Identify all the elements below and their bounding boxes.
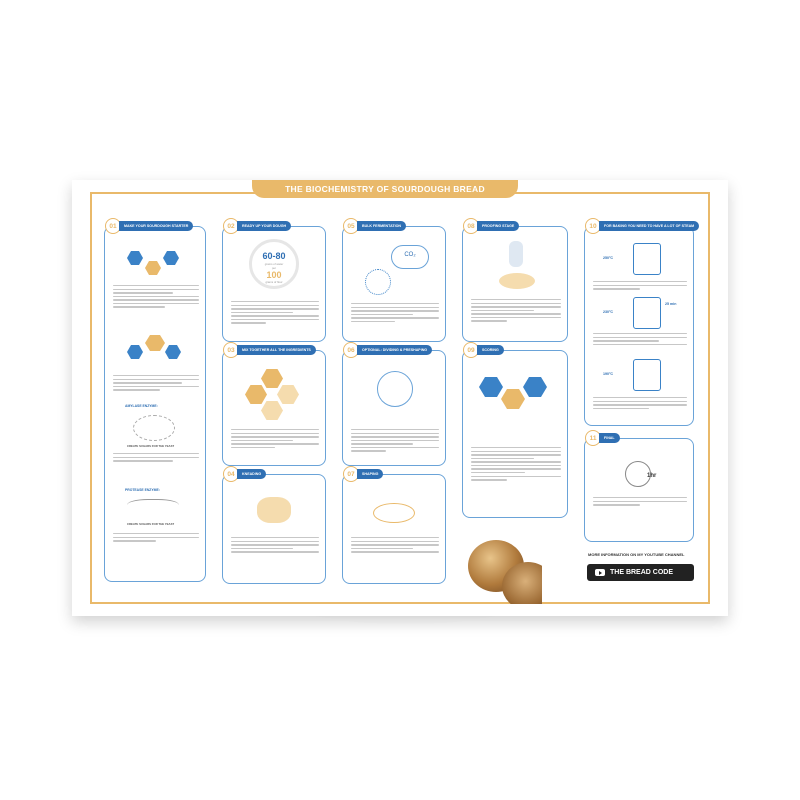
- section-02: 02 READY UP YOUR DOUGH 60-80 grams of wat…: [222, 218, 326, 342]
- salt-icon: [277, 385, 299, 404]
- section-title: PROOFING STAGE: [477, 221, 520, 231]
- oven-icon: [633, 359, 661, 391]
- section-06: 06 OPTIONAL: DIVIDING & PRESHAPING: [342, 342, 446, 466]
- molecule-icon: [133, 415, 175, 441]
- water-grams: 60-80: [262, 251, 286, 261]
- flour-icon: [261, 369, 283, 388]
- dividing-hands-icon: [377, 371, 413, 407]
- youtube-channel-label: THE BREAD CODE: [610, 569, 674, 576]
- section-08: 08 PROOFING STAGE: [462, 218, 568, 342]
- temperature-label: 190°C: [603, 372, 614, 376]
- poster-title: THE BIOCHEMISTRY OF SOURDOUGH BREAD: [252, 180, 518, 198]
- amylase-label: AMYLASE ENZYME:: [125, 404, 158, 408]
- section-07: 07 SHAPING: [342, 466, 446, 584]
- scored-loaf-icon: [501, 389, 525, 409]
- protease-result: CREATE SUGARS FOR THE YEAST: [127, 522, 175, 526]
- section-title: SCORING: [477, 345, 504, 355]
- scored-loaf-icon: [523, 377, 547, 397]
- hex-icon: [127, 345, 143, 359]
- section-11: 11 FINAL 1hr: [584, 430, 694, 542]
- poster: THE BIOCHEMISTRY OF SOURDOUGH BREAD 01 MA…: [72, 180, 728, 616]
- water-icon: [261, 401, 283, 420]
- flour-grams: 100: [266, 270, 282, 280]
- protein-chain-icon: [127, 499, 179, 514]
- section-title: OPTIONAL: DIVIDING & PRESHAPING: [357, 345, 433, 355]
- section-title: KNEADING: [237, 469, 267, 479]
- section-09: 09 SCORING: [462, 342, 568, 518]
- section-title: SHAPING: [357, 469, 384, 479]
- section-title: BULK FERMENTATION: [357, 221, 406, 231]
- section-10: 10 FOR BAKING YOU NEED TO HAVE A LOT OF S…: [584, 218, 700, 426]
- oven-icon: [633, 243, 661, 275]
- section-title: MAKE YOUR SOURDOUGH STARTER: [119, 221, 194, 231]
- temperature-label: 250°C: [603, 256, 614, 260]
- section-05: 05 BULK FERMENTATION CO₂: [342, 218, 446, 342]
- section-title: MIX TOGETHER ALL THE INGREDIENTS: [237, 345, 316, 355]
- protease-label: PROTEASE ENZYME:: [125, 488, 160, 492]
- jar-icon: [127, 251, 143, 265]
- dough-ball-icon: [499, 273, 535, 289]
- section-title: READY UP YOUR DOUGH: [237, 221, 292, 231]
- youtube-button[interactable]: THE BREAD CODE: [587, 564, 694, 581]
- section-03: 03 MIX TOGETHER ALL THE INGREDIENTS: [222, 342, 326, 466]
- timer-label: 25 min: [665, 302, 677, 306]
- finger-poke-icon: [509, 241, 523, 267]
- amylase-result: CREATE SUGARS FOR THE YEAST: [127, 444, 175, 448]
- water-icon: [163, 251, 179, 265]
- jar-icon: [245, 385, 267, 404]
- kneading-hands-icon: [257, 497, 291, 523]
- clock-label: 1hr: [647, 473, 657, 479]
- yeast-network-icon: [365, 269, 391, 295]
- ratio-gauge: 60-80 grams of water per 100 grams of fl…: [249, 239, 299, 289]
- temperature-label: 230°C: [603, 310, 614, 314]
- co2-cloud-icon: CO₂: [391, 245, 429, 269]
- youtube-play-icon: [595, 569, 605, 576]
- bread-photo: [462, 532, 542, 604]
- shaped-dough-icon: [373, 503, 415, 523]
- youtube-note: MORE INFORMATION ON MY YOUTUBE CHANNEL: [588, 552, 685, 557]
- section-04: 04 KNEADING: [222, 466, 326, 584]
- hex-icon: [145, 261, 161, 275]
- hex-icon: [165, 345, 181, 359]
- flour-unit: grams of flour: [265, 280, 283, 284]
- section-title: FINAL: [599, 433, 620, 443]
- section-title: FOR BAKING YOU NEED TO HAVE A LOT OF STE…: [599, 221, 700, 231]
- oven-icon: [633, 297, 661, 329]
- section-01: 01 MAKE YOUR SOURDOUGH STARTER AMYLASE EN…: [104, 218, 206, 582]
- scored-loaf-icon: [479, 377, 503, 397]
- co2-label: CO₂: [404, 252, 416, 258]
- hex-icon: [145, 335, 165, 351]
